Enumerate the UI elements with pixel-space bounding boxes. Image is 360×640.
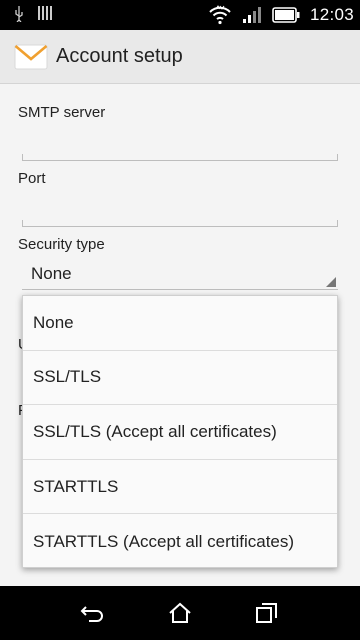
back-icon (80, 606, 104, 622)
action-bar: Account setup (0, 30, 360, 84)
email-envelope-icon (14, 44, 48, 69)
status-bar: 12:03 (0, 0, 360, 30)
home-icon (169, 602, 191, 623)
security-type-dropdown: None SSL/TLS SSL/TLS (Accept all certifi… (22, 295, 338, 568)
status-time: 12:03 (309, 5, 354, 24)
recents-icon (255, 603, 277, 623)
smtp-server-label: SMTP server (18, 104, 106, 121)
status-bar-left (14, 6, 52, 22)
navigation-bar (0, 586, 360, 640)
recents-button[interactable] (247, 593, 287, 633)
page-title: Account setup (56, 45, 183, 67)
security-type-label: Security type (18, 236, 105, 253)
dropdown-option-starttls[interactable]: STARTTLS (23, 460, 337, 515)
wifi-icon (209, 5, 231, 25)
security-type-value: None (31, 264, 72, 283)
usb-icon (15, 6, 23, 22)
dropdown-option-ssl-tls-accept-all[interactable]: SSL/TLS (Accept all certificates) (23, 405, 337, 460)
dropdown-option-ssl-tls[interactable]: SSL/TLS (23, 351, 337, 406)
sim-icon (38, 6, 52, 22)
security-type-spinner[interactable]: None (22, 260, 338, 290)
status-bar-right: 12:03 (208, 5, 354, 25)
battery-icon (272, 7, 300, 23)
port-input[interactable] (22, 220, 338, 227)
dropdown-option-none[interactable]: None (23, 296, 337, 351)
port-label: Port (18, 170, 46, 187)
back-button[interactable] (73, 593, 113, 633)
dropdown-option-starttls-accept-all[interactable]: STARTTLS (Accept all certificates) (23, 514, 337, 569)
home-button[interactable] (160, 593, 200, 633)
dropdown-arrow-icon (326, 277, 336, 287)
smtp-server-input[interactable] (22, 154, 338, 161)
signal-icon (242, 7, 261, 23)
